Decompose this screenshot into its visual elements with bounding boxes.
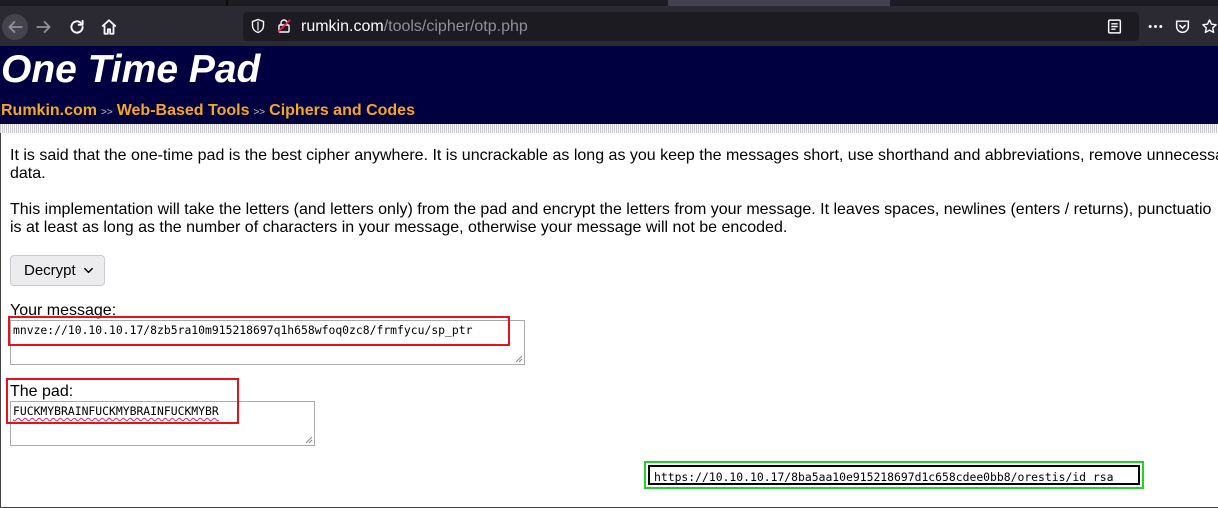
insecure-lock-icon[interactable]	[276, 18, 292, 34]
resize-grip-icon[interactable]	[513, 353, 523, 363]
result-output[interactable]: https://10.10.10.17/8ba5aa10e915218697d1…	[644, 461, 1144, 489]
home-button[interactable]	[96, 14, 122, 40]
resize-grip-icon[interactable]	[303, 434, 313, 444]
result-output-inner: https://10.10.10.17/8ba5aa10e915218697d1…	[648, 465, 1140, 485]
intro-text-line-2: data.	[10, 165, 46, 182]
intro-text-line-1: It is said that the one-time pad is the …	[10, 147, 1218, 164]
pocket-button[interactable]	[1172, 16, 1192, 36]
reader-view-button[interactable]	[1104, 16, 1124, 36]
breadcrumb: Rumkin.com >> Web-Based Tools >> Ciphers and…	[1, 101, 415, 122]
main-content: It is said that the one-time pad is the …	[0, 133, 1218, 508]
breadcrumb-link-web-tools[interactable]: Web-Based Tools	[117, 102, 250, 119]
url-text: rumkin.com/tools/cipher/otp.php	[301, 18, 528, 35]
browser-toolbar: rumkin.com/tools/cipher/otp.php	[0, 6, 1218, 46]
pocket-icon	[1175, 19, 1189, 33]
chevron-down-icon	[83, 267, 93, 274]
breadcrumb-link-ciphers[interactable]: Ciphers and Codes	[269, 102, 415, 119]
result-text: https://10.10.10.17/8ba5aa10e915218697d1…	[654, 470, 1114, 484]
page-title: One Time Pad	[1, 48, 261, 91]
forward-icon	[36, 21, 51, 33]
implementation-text-line-1: This implementation will take the letter…	[10, 201, 1212, 218]
address-bar[interactable]: rumkin.com/tools/cipher/otp.php	[243, 12, 1139, 41]
bookmark-button[interactable]	[1199, 16, 1218, 36]
breadcrumb-separator: >>	[253, 107, 266, 118]
pad-highlight-box	[6, 378, 239, 424]
message-highlight-box	[8, 316, 510, 346]
breadcrumb-separator: >>	[101, 107, 113, 118]
mode-select-value: Decrypt	[24, 262, 76, 279]
shield-icon[interactable]	[250, 18, 266, 34]
site-header: One Time Pad Rumkin.com >> Web-Based Tools…	[0, 46, 1218, 124]
reader-view-icon	[1107, 18, 1121, 34]
reload-button[interactable]	[64, 14, 90, 40]
forward-button[interactable]	[31, 14, 57, 40]
mode-select[interactable]: Decrypt	[10, 255, 105, 286]
back-icon	[8, 21, 23, 33]
breadcrumb-link-rumkin[interactable]: Rumkin.com	[1, 102, 97, 119]
star-icon	[1201, 18, 1217, 33]
header-divider	[0, 124, 1218, 133]
implementation-text-line-2: is at least as long as the number of cha…	[10, 219, 788, 236]
back-button[interactable]	[2, 14, 28, 40]
more-icon	[1148, 24, 1162, 28]
home-icon	[101, 19, 117, 35]
more-button[interactable]	[1145, 16, 1165, 36]
reload-icon	[70, 19, 84, 34]
